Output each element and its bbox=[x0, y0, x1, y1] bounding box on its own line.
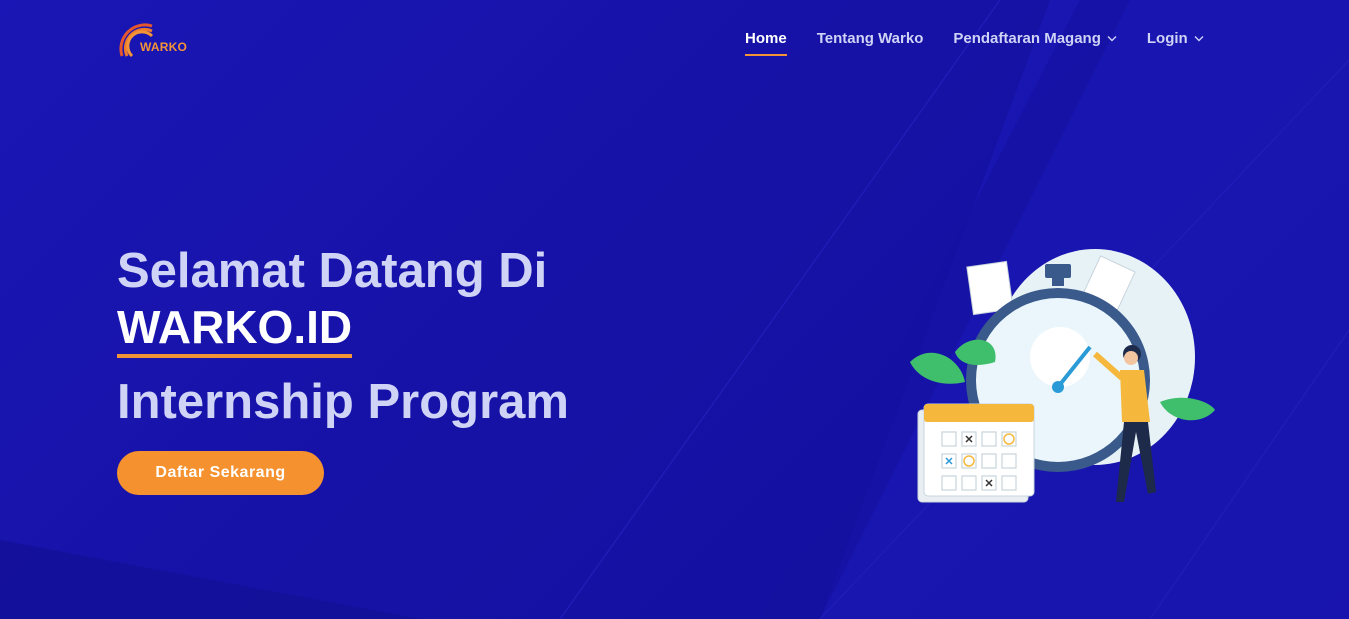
nav-item-home[interactable]: Home bbox=[745, 30, 787, 56]
nav-item-label: Pendaftaran Magang bbox=[953, 30, 1101, 47]
hero-brand-title: WARKO.ID bbox=[117, 300, 353, 358]
navbar: WARKO Home Tentang Warko Pendaftaran Mag… bbox=[0, 0, 1349, 80]
nav-item-label: Home bbox=[745, 30, 787, 47]
stopwatch-illustration-icon bbox=[910, 249, 1215, 503]
hero-illustration bbox=[900, 232, 1230, 517]
logo-text: WARKO bbox=[140, 40, 187, 54]
nav-item-tentang-warko[interactable]: Tentang Warko bbox=[817, 30, 924, 47]
nav-item-pendaftaran-magang[interactable]: Pendaftaran Magang bbox=[953, 30, 1117, 47]
brand-logo[interactable]: WARKO bbox=[118, 20, 198, 60]
hero-title-line3: Internship Program bbox=[117, 375, 569, 429]
chevron-down-icon bbox=[1194, 36, 1204, 42]
chevron-down-icon bbox=[1107, 36, 1117, 42]
nav-item-label: Login bbox=[1146, 30, 1188, 47]
hero-section: Selamat Datang Di WARKO.ID Internship Pr… bbox=[117, 242, 737, 430]
register-now-button[interactable]: Daftar Sekarang bbox=[117, 451, 324, 495]
nav-item-login[interactable]: Login bbox=[1147, 30, 1204, 47]
hero-title-line1: Selamat Datang Di bbox=[117, 244, 548, 298]
main-nav: Home Tentang Warko Pendaftaran Magang Lo… bbox=[745, 30, 1234, 56]
nav-item-label: Tentang Warko bbox=[816, 30, 924, 47]
